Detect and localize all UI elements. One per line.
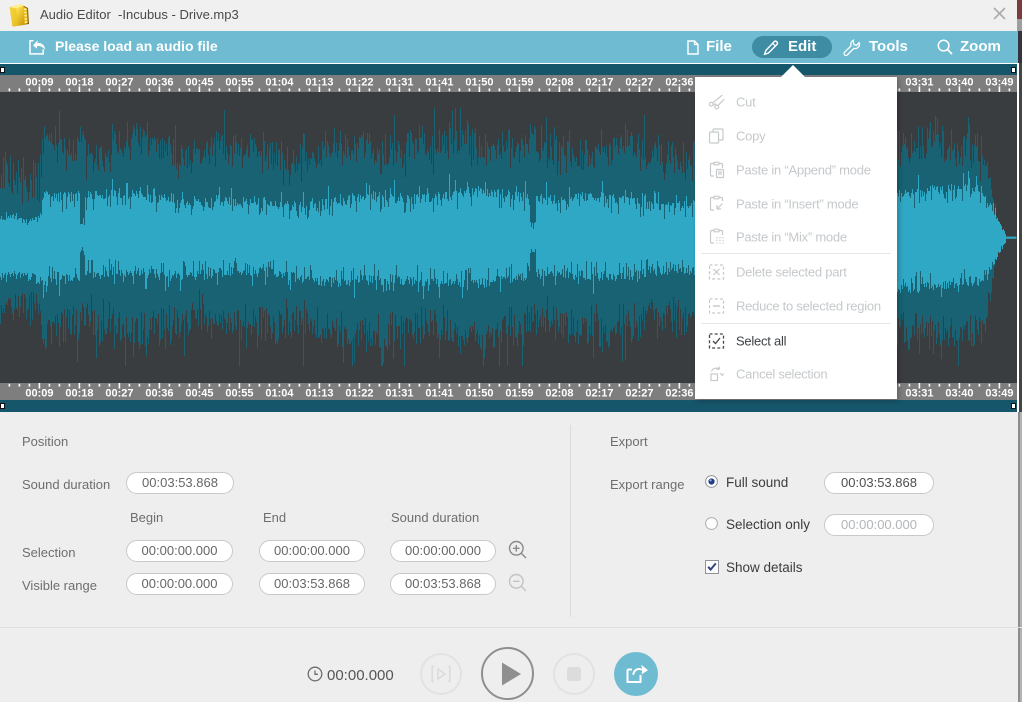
svg-text:03:31: 03:31 [905, 388, 933, 400]
svg-text:01:04: 01:04 [265, 77, 294, 89]
svg-text:00:45: 00:45 [185, 77, 213, 89]
svg-text:00:27: 00:27 [105, 77, 133, 89]
svg-text:01:04: 01:04 [265, 388, 294, 400]
svg-text:01:13: 01:13 [305, 388, 333, 400]
svg-text:03:49: 03:49 [985, 388, 1013, 400]
svg-text:02:17: 02:17 [585, 388, 613, 400]
svg-text:01:22: 01:22 [345, 388, 373, 400]
svg-text:00:55: 00:55 [225, 77, 253, 89]
svg-text:01:31: 01:31 [385, 77, 413, 89]
svg-text:03:31: 03:31 [905, 77, 933, 89]
svg-text:00:18: 00:18 [65, 388, 93, 400]
svg-text:02:17: 02:17 [585, 77, 613, 89]
svg-text:02:27: 02:27 [625, 77, 653, 89]
svg-text:02:36: 02:36 [665, 388, 693, 400]
svg-text:03:49: 03:49 [985, 77, 1013, 89]
svg-text:01:59: 01:59 [505, 388, 533, 400]
svg-text:01:41: 01:41 [425, 77, 453, 89]
svg-text:01:50: 01:50 [465, 77, 493, 89]
svg-text:01:41: 01:41 [425, 388, 453, 400]
svg-text:02:08: 02:08 [545, 77, 573, 89]
svg-text:00:36: 00:36 [145, 77, 173, 89]
svg-text:00:09: 00:09 [25, 77, 53, 89]
svg-text:01:13: 01:13 [305, 77, 333, 89]
svg-text:00:09: 00:09 [25, 388, 53, 400]
svg-text:02:27: 02:27 [625, 388, 653, 400]
svg-text:03:40: 03:40 [945, 388, 973, 400]
svg-text:01:50: 01:50 [465, 388, 493, 400]
svg-text:00:36: 00:36 [145, 388, 173, 400]
svg-text:01:22: 01:22 [345, 77, 373, 89]
svg-text:02:08: 02:08 [545, 388, 573, 400]
svg-text:00:27: 00:27 [105, 388, 133, 400]
svg-text:01:31: 01:31 [385, 388, 413, 400]
svg-text:00:55: 00:55 [225, 388, 253, 400]
svg-text:01:59: 01:59 [505, 77, 533, 89]
svg-text:00:18: 00:18 [65, 77, 93, 89]
svg-text:03:40: 03:40 [945, 77, 973, 89]
svg-text:00:45: 00:45 [185, 388, 213, 400]
svg-text:02:36: 02:36 [665, 77, 693, 89]
